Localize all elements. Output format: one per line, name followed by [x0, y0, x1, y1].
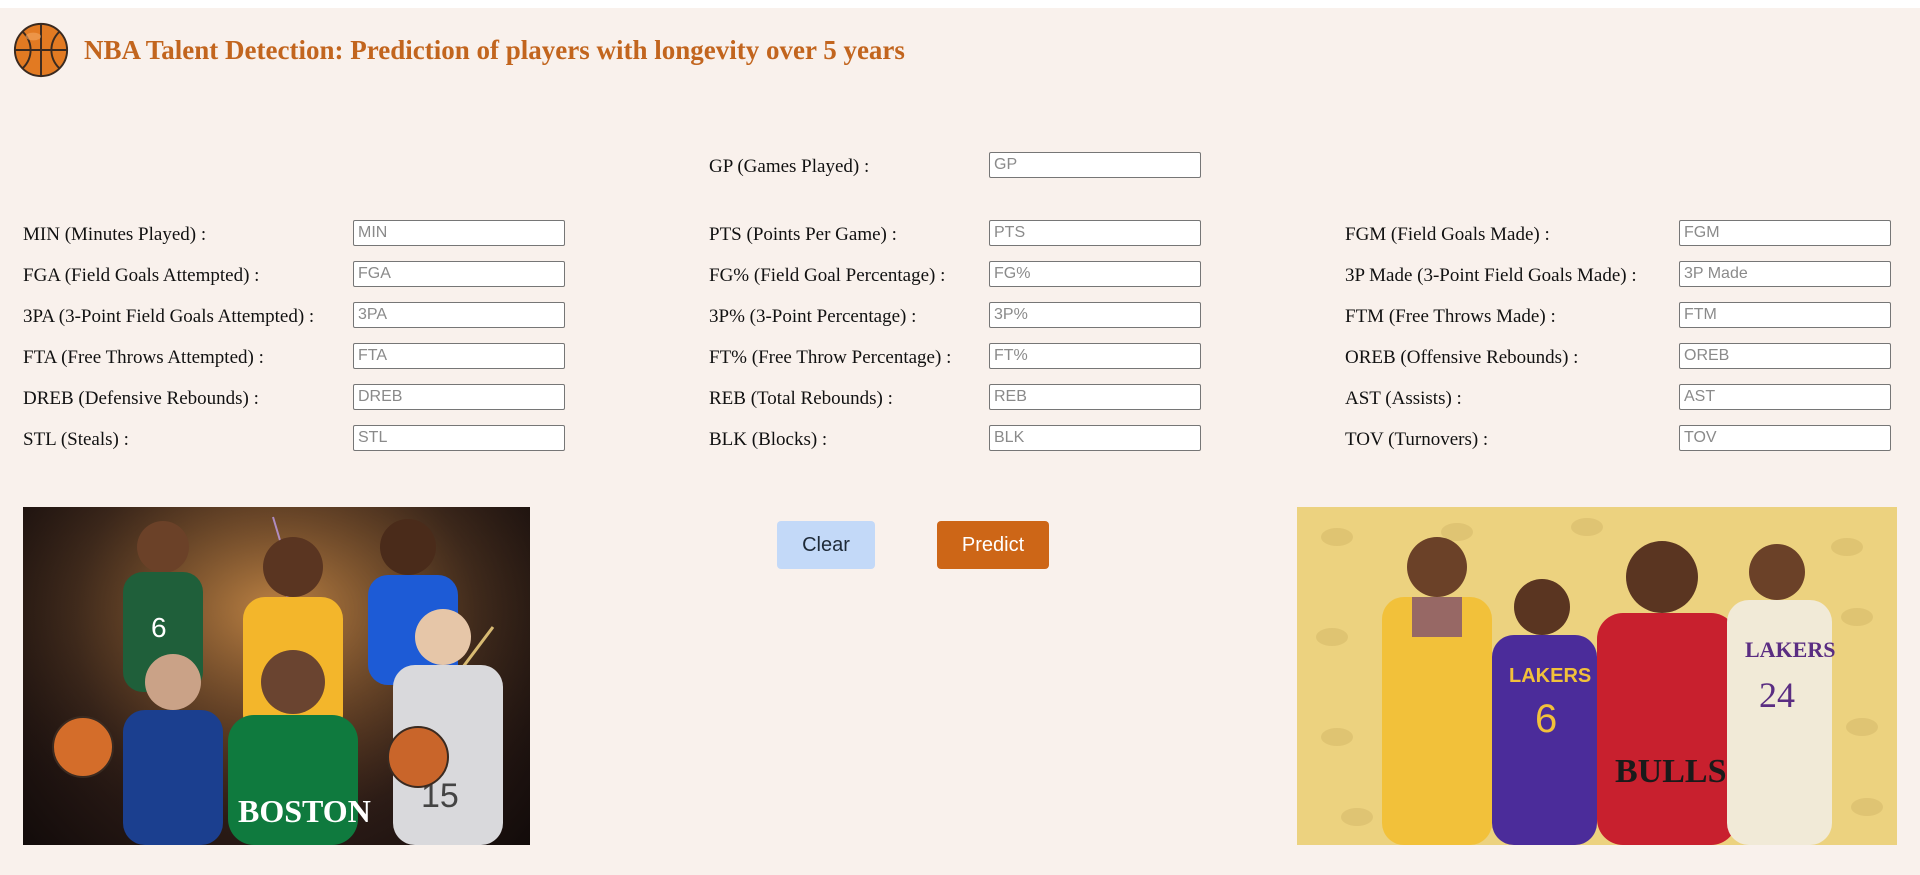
- predict-button[interactable]: Predict: [937, 521, 1049, 569]
- ft-pct-label: FT% (Free Throw Percentage) :: [709, 347, 952, 368]
- svg-text:6: 6: [151, 612, 167, 643]
- ftm-label: FTM (Free Throws Made) :: [1345, 306, 1556, 327]
- dreb-input[interactable]: [353, 384, 565, 410]
- blk-input[interactable]: [989, 425, 1201, 451]
- three-pa-label: 3PA (3-Point Field Goals Attempted) :: [23, 306, 315, 327]
- svg-text:LAKERS: LAKERS: [1745, 637, 1835, 662]
- page-title: NBA Talent Detection: Prediction of play…: [84, 34, 905, 65]
- fgm-input[interactable]: [1679, 220, 1891, 246]
- fg-pct-label: FG% (Field Goal Percentage) :: [709, 265, 946, 286]
- pts-input[interactable]: [989, 220, 1201, 246]
- gp-input[interactable]: [989, 152, 1201, 178]
- stl-input[interactable]: [353, 425, 565, 451]
- svg-text:24: 24: [1759, 675, 1795, 715]
- gp-label: GP (Games Played) :: [709, 156, 870, 177]
- fta-input[interactable]: [353, 343, 565, 369]
- header: NBA Talent Detection: Prediction of play…: [12, 20, 905, 80]
- reb-input[interactable]: [989, 384, 1201, 410]
- oreb-label: OREB (Offensive Rebounds) :: [1345, 347, 1579, 368]
- page: NBA Talent Detection: Prediction of play…: [0, 8, 1920, 875]
- min-input[interactable]: [353, 220, 565, 246]
- three-pa-input[interactable]: [353, 302, 565, 328]
- legends-image: LAKERS 6 BULLS LAKERS 24: [1297, 507, 1897, 845]
- ft-pct-input[interactable]: [989, 343, 1201, 369]
- ast-input[interactable]: [1679, 384, 1891, 410]
- svg-text:6: 6: [1535, 697, 1557, 741]
- fga-label: FGA (Field Goals Attempted) :: [23, 265, 260, 286]
- basketball-icon: [13, 22, 69, 78]
- fg-pct-input[interactable]: [989, 261, 1201, 287]
- dreb-label: DREB (Defensive Rebounds) :: [23, 388, 259, 409]
- three-made-label: 3P Made (3-Point Field Goals Made) :: [1345, 265, 1637, 286]
- min-label: MIN (Minutes Played) :: [23, 224, 207, 245]
- stl-label: STL (Steals) :: [23, 429, 129, 450]
- fga-input[interactable]: [353, 261, 565, 287]
- svg-text:BULLS: BULLS: [1615, 753, 1727, 790]
- pts-label: PTS (Points Per Game) :: [709, 224, 897, 245]
- reb-label: REB (Total Rebounds) :: [709, 388, 893, 409]
- three-pct-label: 3P% (3-Point Percentage) :: [709, 306, 917, 327]
- fgm-label: FGM (Field Goals Made) :: [1345, 224, 1550, 245]
- tov-label: TOV (Turnovers) :: [1345, 429, 1489, 450]
- fta-label: FTA (Free Throws Attempted) :: [23, 347, 264, 368]
- svg-text:BOSTON: BOSTON: [238, 793, 371, 829]
- ftm-input[interactable]: [1679, 302, 1891, 328]
- three-pct-input[interactable]: [989, 302, 1201, 328]
- tov-input[interactable]: [1679, 425, 1891, 451]
- clear-button[interactable]: Clear: [777, 521, 875, 569]
- svg-text:LAKERS: LAKERS: [1509, 665, 1591, 687]
- three-made-input[interactable]: [1679, 261, 1891, 287]
- blk-label: BLK (Blocks) :: [709, 429, 828, 450]
- current-stars-image: 6 LA 15: [23, 507, 530, 845]
- oreb-input[interactable]: [1679, 343, 1891, 369]
- ast-label: AST (Assists) :: [1345, 388, 1462, 409]
